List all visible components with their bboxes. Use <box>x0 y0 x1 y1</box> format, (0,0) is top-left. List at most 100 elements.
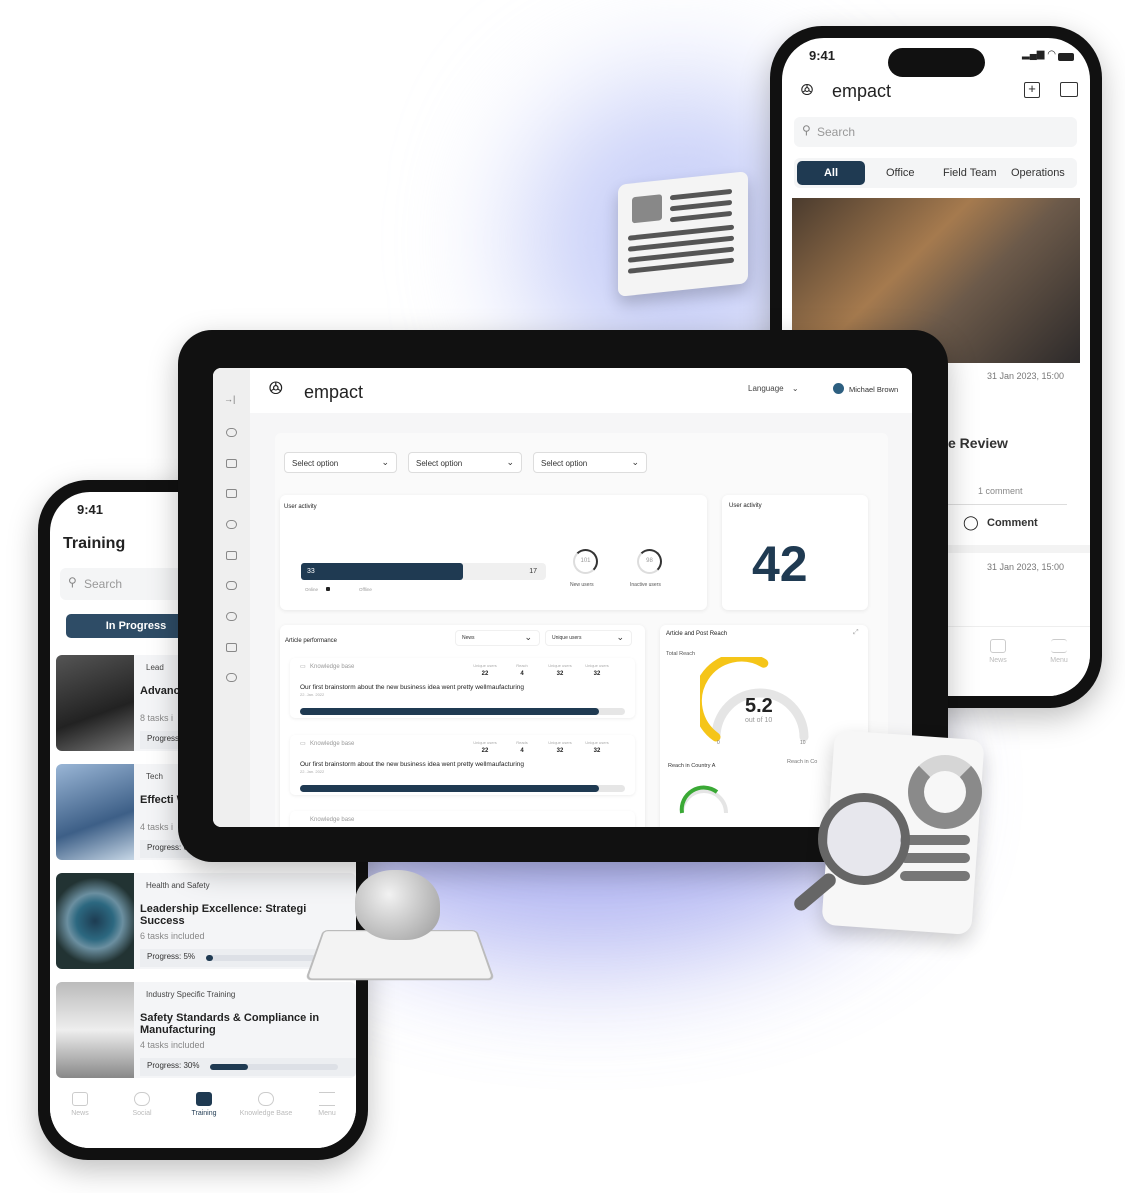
nav-news[interactable]: News <box>968 639 1028 664</box>
stat-label: Unique users <box>585 663 609 668</box>
comment-icon: ◯ <box>963 514 979 530</box>
select-value: Select option <box>541 459 588 468</box>
dynamic-island <box>888 48 985 77</box>
stat-value: 32 <box>556 748 564 754</box>
tab-office[interactable]: Office <box>886 167 915 179</box>
sidebar-icon-documents[interactable] <box>226 551 237 560</box>
article-row[interactable]: Knowledge base <box>290 811 635 827</box>
article-title: Our first brainstorm about the new busin… <box>300 684 524 691</box>
training-building-icon <box>196 1092 212 1106</box>
online-offline-bar: 33 17 <box>301 563 546 580</box>
sidebar-icon-training[interactable] <box>226 489 237 498</box>
nav-training[interactable]: Training <box>174 1092 234 1117</box>
course-tasks: 6 tasks included <box>140 931 205 941</box>
select-value: Unique users <box>552 635 582 641</box>
tab-field-team[interactable]: Field Team <box>943 167 997 179</box>
expand-icon[interactable]: ⤢ <box>853 629 859 637</box>
filter-select-2[interactable]: Select option ⌄ <box>408 452 522 473</box>
brand-logo: empact <box>304 382 364 402</box>
course-tag: Health and Safety <box>146 881 210 890</box>
article-date: 22. Jan. 2022 <box>300 692 325 697</box>
sidebar-icon-users[interactable] <box>226 643 237 652</box>
add-post-icon[interactable]: + <box>1024 82 1040 98</box>
type-select[interactable]: News ⌄ <box>455 630 540 646</box>
menu-icon <box>1051 639 1067 653</box>
article-row[interactable]: ▭ Knowledge base Unique users 22 Reach 4 U… <box>290 658 635 718</box>
chevron-down-icon: ⌄ <box>506 457 514 467</box>
metric-select[interactable]: Unique users ⌄ <box>545 630 632 646</box>
new-users-label: New users <box>570 582 594 588</box>
stat-value: 4 <box>520 671 524 677</box>
card-title: Article and Post Reach <box>666 631 728 637</box>
country-a-label: Reach in Country A <box>668 763 716 769</box>
total-reach-value: 5.2 <box>745 695 773 717</box>
report-magnifier-illustration <box>790 730 990 935</box>
chat-icon[interactable] <box>1060 82 1078 97</box>
avatar[interactable] <box>833 383 844 394</box>
course-title: Safety Standards & Compliance in Manufac… <box>140 1012 320 1036</box>
sidebar-icon-dashboard[interactable] <box>226 428 237 437</box>
sidebar-icon-settings[interactable] <box>226 673 237 682</box>
newspaper-illustration <box>618 171 748 297</box>
new-users-gauge: 101 <box>573 549 598 574</box>
sidebar-icon-news[interactable] <box>226 459 237 468</box>
news-chat-icon <box>990 639 1006 653</box>
nav-news[interactable]: News <box>50 1092 110 1117</box>
sidebar-icon-knowledge[interactable] <box>226 520 237 529</box>
stat-label: Unique users <box>473 663 497 668</box>
article-row[interactable]: ▭ Knowledge base Unique users 22 Reads 4 U… <box>290 735 635 795</box>
tab-all[interactable]: All <box>797 161 865 185</box>
sidebar-icon-info[interactable] <box>226 612 237 621</box>
online-legend-dot <box>326 587 330 591</box>
article-performance-card: Article performance News ⌄ Unique users ⌄ … <box>280 625 645 827</box>
online-value: 33 <box>307 568 315 575</box>
stat: Unique users 32 <box>582 663 612 677</box>
stat-label: Reads <box>516 740 528 745</box>
course-tasks: 4 tasks included <box>140 1040 205 1050</box>
search-input[interactable]: ⚲ Search <box>794 117 1077 147</box>
progress-label: Progress: 30% <box>147 1061 200 1070</box>
user-name[interactable]: Michael Brown <box>849 385 898 394</box>
filter-select-3[interactable]: Select option ⌄ <box>533 452 647 473</box>
course-tag: Lead <box>146 663 164 672</box>
sidebar: →| <box>213 368 250 827</box>
user-activity-value: 42 <box>752 536 808 592</box>
sidebar-icon-games[interactable] <box>226 581 237 590</box>
divider <box>942 504 1067 505</box>
country-a-gauge <box>679 785 728 814</box>
newspaper-icon <box>72 1092 88 1106</box>
post-date: 31 Jan 2023, 15:00 <box>987 562 1065 572</box>
nav-knowledge-base[interactable]: Knowledge Base <box>236 1092 296 1117</box>
nav-menu[interactable]: Menu <box>297 1092 356 1117</box>
nav-label: Knowledge Base <box>239 1110 293 1117</box>
nav-label: Training <box>191 1110 217 1117</box>
article-progress <box>300 708 625 715</box>
people-logo-icon: ꔮ <box>268 378 284 400</box>
comment-count[interactable]: 1 comment <box>978 486 1023 496</box>
tab-operations[interactable]: Operations <box>1011 167 1065 179</box>
language-select[interactable]: Language ⌄ <box>748 384 799 393</box>
question-chat-icon <box>258 1092 274 1106</box>
comment-button[interactable]: Comment <box>987 517 1038 529</box>
stat-value: 4 <box>520 748 524 754</box>
nav-label: News <box>989 657 1007 664</box>
nav-label: Menu <box>1050 657 1068 664</box>
stat: Unique users 32 <box>545 663 575 677</box>
article-date: 22. Jan. 2022 <box>300 769 325 774</box>
course-image <box>56 873 134 969</box>
inactive-users-label: Inactive users <box>630 582 661 588</box>
language-label: Language <box>748 384 784 393</box>
user-activity-card: User activity 33 17 Online Offline 101 N… <box>280 495 707 610</box>
nav-menu[interactable]: Menu <box>1029 639 1089 664</box>
people-logo-icon: ꔮ <box>800 80 815 100</box>
knowledge-icon: ▭ <box>300 741 306 747</box>
nav-social[interactable]: Social <box>112 1092 172 1117</box>
nav-label: Social <box>132 1110 152 1117</box>
article-progress <box>300 785 625 792</box>
expand-sidebar-icon[interactable]: →| <box>224 394 235 404</box>
course-tasks: 8 tasks i <box>140 713 174 723</box>
offline-value: 17 <box>529 568 537 575</box>
offline-legend: Offline <box>359 587 372 592</box>
post-title[interactable]: e Review <box>948 435 1008 451</box>
filter-select-1[interactable]: Select option ⌄ <box>284 452 397 473</box>
